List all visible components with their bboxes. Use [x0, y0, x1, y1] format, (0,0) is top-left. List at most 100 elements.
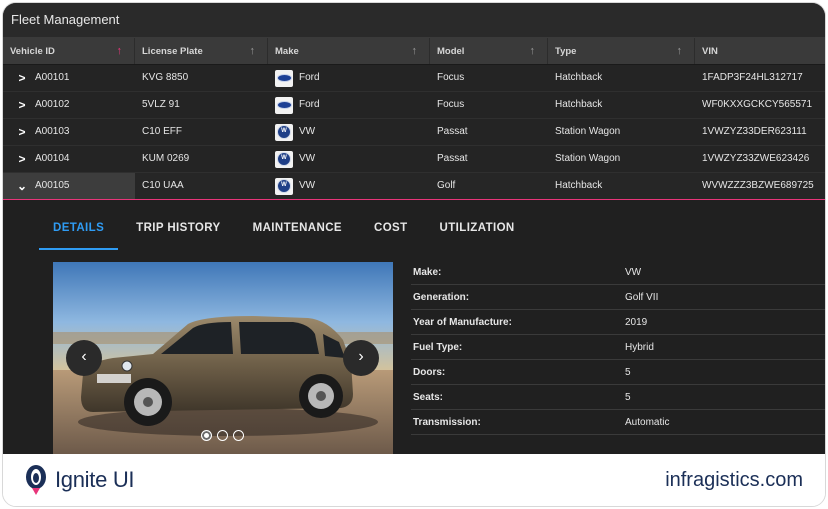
property-row: Transmission: Automatic [411, 410, 825, 435]
grid-body: > A00101 KVG 8850 Ford Focus Hatchback 1F… [3, 65, 825, 200]
chevron-right-icon[interactable]: > [15, 65, 29, 91]
column-label: License Plate [142, 46, 203, 57]
property-key: Generation: [413, 291, 470, 303]
column-header-type[interactable]: Type ↑ [548, 38, 695, 64]
table-row[interactable]: > A00102 5VLZ 91 Ford Focus Hatchback WF0… [3, 92, 825, 119]
cell-vehicle-id: ⌄ A00105 [3, 173, 135, 199]
chevron-right-icon[interactable]: > [15, 92, 29, 118]
carousel-dot[interactable] [233, 430, 244, 441]
cell-license-plate: KUM 0269 [142, 153, 190, 164]
cell-vehicle-id: > A00103 [3, 119, 135, 145]
table-row[interactable]: > A00101 KVG 8850 Ford Focus Hatchback 1F… [3, 65, 825, 92]
property-value: 2019 [625, 316, 648, 328]
sort-arrow-icon[interactable]: ↑ [530, 38, 536, 65]
property-value: Hybrid [625, 341, 654, 353]
column-label: VIN [702, 46, 718, 57]
column-header-make[interactable]: Make ↑ [268, 38, 430, 64]
cell-make: W VW [268, 119, 430, 145]
column-header-license-plate[interactable]: License Plate ↑ [135, 38, 268, 64]
carousel-next-button[interactable]: › [343, 340, 379, 376]
property-key: Transmission: [413, 416, 481, 428]
vw-logo-icon: W [275, 150, 293, 168]
cell-type: Hatchback [555, 72, 603, 83]
cell-make: Ford [268, 92, 430, 118]
column-label: Vehicle ID [10, 46, 55, 57]
make-text: VW [299, 180, 316, 191]
ford-logo-icon [275, 69, 293, 87]
column-header-model[interactable]: Model ↑ [430, 38, 548, 64]
make-text: Ford [299, 99, 320, 110]
ford-logo-icon [275, 96, 293, 114]
cell-vehicle-id: > A00102 [3, 92, 135, 118]
vehicle-id-text: A00101 [35, 72, 70, 83]
property-row: Year of Manufacture: 2019 [411, 310, 825, 335]
cell-license-plate: C10 EFF [142, 126, 183, 137]
property-row: Doors: 5 [411, 360, 825, 385]
app-title: Fleet Management [3, 3, 825, 38]
property-key: Fuel Type: [413, 341, 463, 353]
column-label: Type [555, 46, 577, 57]
chevron-down-icon[interactable]: ⌄ [15, 173, 29, 199]
tab-maintenance[interactable]: MAINTENANCE [239, 210, 356, 250]
sort-arrow-icon[interactable]: ↑ [412, 38, 418, 65]
cell-vin: 1VWZYZ33ZWE623426 [702, 153, 810, 164]
cell-type: Station Wagon [555, 126, 621, 137]
property-key: Seats: [413, 391, 444, 403]
vehicle-photo [53, 262, 393, 454]
property-value: 5 [625, 366, 631, 378]
property-value: Golf VII [625, 291, 659, 303]
sort-arrow-icon[interactable]: ↑ [677, 38, 683, 65]
property-key: Year of Manufacture: [413, 316, 512, 328]
property-value: 5 [625, 391, 631, 403]
cell-type: Station Wagon [555, 153, 621, 164]
vehicle-id-text: A00102 [35, 99, 70, 110]
vehicle-id-text: A00104 [35, 153, 70, 164]
screenshot-frame: Fleet Management Vehicle ID ↑ License Pl… [2, 2, 826, 507]
tab-utilization[interactable]: UTILIZATION [426, 210, 529, 250]
vehicle-image-carousel[interactable]: ‹ › [53, 262, 393, 454]
column-header-vehicle-id[interactable]: Vehicle ID ↑ [3, 38, 135, 64]
grid-header: Vehicle ID ↑ License Plate ↑ Make ↑ Mode… [3, 38, 825, 65]
vehicle-id-text: A00105 [35, 180, 70, 191]
tab-cost[interactable]: COST [360, 210, 422, 250]
row-detail-panel: DETAILS TRIP HISTORY MAINTENANCE COST UT… [3, 200, 825, 454]
vehicle-id-text: A00103 [35, 126, 70, 137]
cell-model: Passat [437, 126, 468, 137]
carousel-dot[interactable] [217, 430, 228, 441]
tab-trip-history[interactable]: TRIP HISTORY [122, 210, 234, 250]
property-row: Make: VW [411, 260, 825, 285]
sort-asc-icon[interactable]: ↑ [117, 38, 123, 65]
carousel-dot[interactable] [201, 430, 212, 441]
carousel-prev-button[interactable]: ‹ [66, 340, 102, 376]
rocket-icon [26, 465, 46, 495]
property-key: Make: [413, 266, 442, 278]
cell-vehicle-id: > A00101 [3, 65, 135, 91]
property-value: VW [625, 266, 642, 278]
sort-arrow-icon[interactable]: ↑ [250, 38, 256, 65]
cell-vin: WVWZZZ3BZWE689725 [702, 180, 814, 191]
brand-name: Ignite UI [55, 467, 135, 492]
make-text: VW [299, 153, 316, 164]
detail-tabs: DETAILS TRIP HISTORY MAINTENANCE COST UT… [39, 210, 533, 250]
carousel-indicators [201, 430, 244, 441]
tab-details[interactable]: DETAILS [39, 210, 119, 250]
cell-license-plate: KVG 8850 [142, 72, 189, 83]
cell-vehicle-id: > A00104 [3, 146, 135, 172]
chevron-right-icon[interactable]: > [15, 146, 29, 172]
vw-logo-icon: W [275, 123, 293, 141]
chevron-right-icon[interactable]: > [15, 119, 29, 145]
column-header-vin[interactable]: VIN [695, 38, 825, 64]
branding-footer: Ignite UI infragistics.com [3, 454, 825, 506]
cell-model: Golf [437, 180, 456, 191]
cell-make: W VW [268, 146, 430, 172]
ignite-ui-logo: Ignite UI [23, 464, 135, 496]
table-row-expanded[interactable]: ⌄ A00105 C10 UAA W VW Golf Hatchback WVWZZ… [3, 173, 825, 200]
property-row: Generation: Golf VII [411, 285, 825, 310]
make-text: Ford [299, 72, 320, 83]
fleet-app: Fleet Management Vehicle ID ↑ License Pl… [3, 3, 825, 454]
cell-make: W VW [268, 173, 430, 199]
vehicle-properties: Make: VW Generation: Golf VII Year of Manu… [411, 260, 825, 435]
property-row: Fuel Type: Hybrid [411, 335, 825, 360]
table-row[interactable]: > A00103 C10 EFF W VW Passat Station Wagon… [3, 119, 825, 146]
table-row[interactable]: > A00104 KUM 0269 W VW Passat Station Wago… [3, 146, 825, 173]
